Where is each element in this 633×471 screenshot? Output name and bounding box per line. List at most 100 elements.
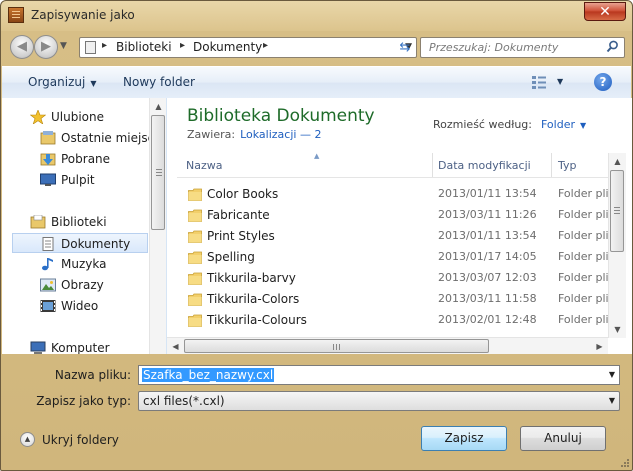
- scroll-up-icon[interactable]: ▲: [609, 153, 626, 170]
- nav-label: Komputer: [51, 341, 110, 354]
- breadcrumb-documents[interactable]: Dokumenty: [193, 40, 262, 54]
- pictures-icon: [40, 278, 56, 292]
- window-title: Zapisywanie jako: [31, 8, 135, 22]
- chevron-down-icon: ▼: [90, 79, 97, 88]
- forward-button[interactable]: ▶: [34, 35, 58, 59]
- file-name: Tikkurila-Colors: [207, 292, 300, 306]
- folder-icon: [188, 230, 202, 243]
- chevron-up-icon[interactable]: ▲: [20, 432, 35, 447]
- scrollbar-thumb[interactable]: [184, 339, 489, 353]
- folder-icon: [188, 251, 202, 264]
- file-list-horizontal-scrollbar[interactable]: ◀ ▶: [167, 337, 608, 354]
- organize-menu[interactable]: Organizuj ▼: [28, 75, 96, 89]
- contains-label: Zawiera:: [187, 128, 236, 141]
- chevron-down-icon[interactable]: ▼: [609, 396, 615, 405]
- file-row[interactable]: Tikkurila-Colours 2013/02/01 12:48 Folder …: [177, 310, 614, 331]
- nav-music[interactable]: Muzyka: [2, 254, 150, 274]
- scroll-down-icon[interactable]: ▼: [609, 321, 626, 338]
- view-dropdown-icon[interactable]: ▼: [557, 77, 563, 86]
- folder-icon: [188, 272, 202, 285]
- file-row[interactable]: Tikkurila-Colors 2013/03/11 11:58 Folder p…: [177, 289, 614, 310]
- file-row[interactable]: Color Books 2013/01/11 13:54 Folder pli: [177, 184, 614, 205]
- search-input[interactable]: Przeszukaj: Dokumenty: [420, 37, 625, 58]
- file-date: 2013/03/11 11:58: [438, 292, 537, 305]
- nav-desktop[interactable]: Pulpit: [2, 170, 150, 190]
- file-type: Folder pli: [558, 250, 609, 263]
- column-name[interactable]: Nazwa: [186, 159, 222, 172]
- breadcrumb-libraries[interactable]: Biblioteki: [116, 40, 172, 54]
- file-name: Spelling: [207, 250, 255, 264]
- save-button[interactable]: Zapisz: [421, 426, 507, 451]
- downloads-icon: [40, 153, 56, 166]
- address-bar[interactable]: ▸ Biblioteki ▸ Dokumenty ▸ ▼: [79, 37, 417, 58]
- filename-value[interactable]: Szafka_bez_nazwy.cxl: [142, 368, 275, 382]
- column-header: ▲ Nazwa Data modyfikacji Typ: [177, 152, 614, 178]
- locations-link[interactable]: Lokalizacji — 2: [240, 128, 321, 141]
- app-icon: [8, 7, 24, 23]
- file-name: Color Books: [207, 187, 279, 201]
- file-row[interactable]: Fabricante 2013/03/11 11:26 Folder pli: [177, 205, 614, 226]
- library-locations: Zawiera: Lokalizacji — 2: [187, 128, 321, 141]
- nav-documents[interactable]: Dokumenty: [12, 233, 148, 253]
- file-row[interactable]: Print Styles 2013/01/11 13:54 Folder pli: [177, 226, 614, 247]
- chevron-right-icon[interactable]: ▸: [102, 40, 107, 51]
- scrollbar-thumb[interactable]: [151, 115, 165, 230]
- nav-recent-places[interactable]: Ostatnie miejsca: [2, 128, 162, 148]
- new-folder-button[interactable]: Nowy folder: [123, 75, 195, 89]
- hide-folders-label: Ukryj foldery: [42, 433, 119, 447]
- back-button[interactable]: ◀: [10, 35, 34, 59]
- arrange-by-value: Folder: [541, 118, 575, 131]
- folder-icon: [188, 293, 202, 306]
- file-type: Folder pli: [558, 187, 609, 200]
- help-icon[interactable]: ?: [594, 73, 612, 91]
- nav-computer[interactable]: Komputer: [2, 338, 150, 354]
- close-button[interactable]: ✕: [584, 2, 626, 21]
- nav-label: Obrazy: [61, 278, 104, 292]
- file-date: 2013/03/07 12:03: [438, 271, 537, 284]
- scroll-left-icon[interactable]: ◀: [167, 338, 184, 354]
- navigation-bar: ◀ ▶ ▼ ▸ Biblioteki ▸ Dokumenty ▸ ▼ ⇆ Prz…: [1, 31, 632, 65]
- computer-icon: [85, 41, 96, 54]
- cancel-button[interactable]: Anuluj: [520, 426, 606, 451]
- file-type: Folder pli: [558, 313, 609, 326]
- column-date-modified[interactable]: Data modyfikacji: [438, 159, 531, 172]
- chevron-right-icon[interactable]: ▸: [180, 40, 185, 51]
- filename-dropdown-icon[interactable]: ▼: [609, 370, 615, 379]
- scroll-right-icon[interactable]: ▶: [591, 338, 608, 354]
- nav-videos[interactable]: Wideo: [2, 296, 150, 316]
- nav-label: Pobrane: [61, 152, 111, 166]
- desktop-icon: [40, 173, 56, 186]
- file-list-vertical-scrollbar[interactable]: ▲ ▼: [608, 153, 626, 338]
- nav-pictures[interactable]: Obrazy: [2, 275, 150, 295]
- file-date: 2013/01/11 13:54: [438, 187, 537, 200]
- nav-favorites[interactable]: Ulubione: [2, 107, 150, 127]
- filename-field[interactable]: Szafka_bez_nazwy.cxl ▼: [138, 365, 620, 385]
- nav-vertical-scrollbar[interactable]: ▲: [149, 98, 166, 354]
- arrange-by-dropdown[interactable]: Folder ▼: [541, 118, 586, 131]
- nav-label: Pulpit: [61, 173, 95, 187]
- scrollbar-thumb[interactable]: [610, 170, 624, 252]
- recent-pages-dropdown[interactable]: ▼: [60, 41, 67, 51]
- folder-icon: [188, 188, 202, 201]
- resize-grip-icon[interactable]: [619, 457, 629, 467]
- libraries-icon: [30, 215, 46, 229]
- file-row[interactable]: Spelling 2013/01/17 14:05 Folder pli: [177, 247, 614, 268]
- nav-libraries[interactable]: Biblioteki: [2, 212, 150, 232]
- nav-label: Biblioteki: [51, 215, 107, 229]
- nav-label: Ulubione: [51, 110, 105, 124]
- title-bar[interactable]: Zapisywanie jako ✕: [1, 1, 632, 31]
- command-toolbar: Organizuj ▼ Nowy folder ▼ ?: [2, 66, 631, 99]
- column-type[interactable]: Typ: [558, 159, 577, 172]
- search-icon[interactable]: [606, 40, 619, 53]
- save-type-select[interactable]: cxl files(*.cxl) ▼: [138, 391, 620, 411]
- file-row[interactable]: Tikkurila-barvy 2013/03/07 12:03 Folder pl…: [177, 268, 614, 289]
- refresh-icon[interactable]: ⇆: [393, 40, 417, 57]
- file-name: Tikkurila-barvy: [207, 271, 296, 285]
- nav-downloads[interactable]: Pobrane: [2, 149, 150, 169]
- file-name: Print Styles: [207, 229, 275, 243]
- view-options-icon[interactable]: [531, 75, 547, 89]
- chevron-right-icon[interactable]: ▸: [263, 40, 268, 51]
- filename-label: Nazwa pliku:: [54, 368, 131, 382]
- scroll-up-icon[interactable]: ▲: [150, 98, 166, 115]
- save-type-value: cxl files(*.cxl): [143, 394, 225, 408]
